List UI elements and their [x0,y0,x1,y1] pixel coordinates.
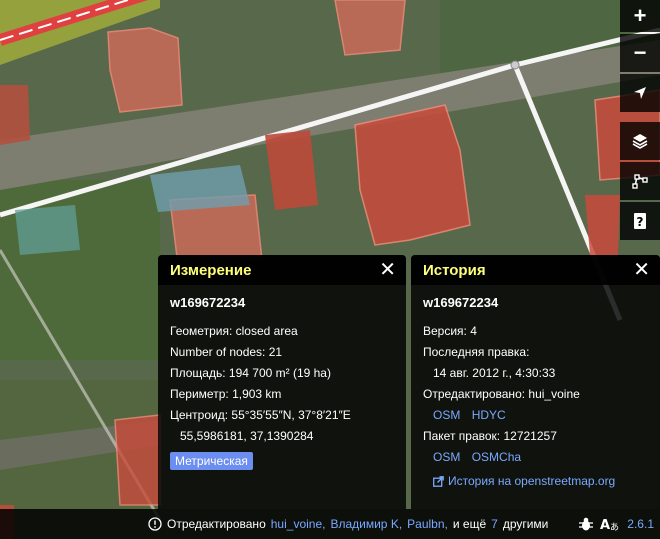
perimeter-value: 1,903 km [232,387,282,401]
footer-bar: Отредактировано hui_voine, Владимир K, P… [0,509,660,539]
map-controls: + − ? [620,0,660,250]
centroid-label: Центроид: [170,408,229,422]
perimeter-row: Периметр: 1,903 km [170,387,394,401]
geometry-row: Геометрия: closed area [170,324,394,338]
map-data-icon [632,174,648,189]
background-layers-button[interactable] [620,122,660,160]
svg-text:?: ? [637,215,644,229]
geometry-value: closed area [235,324,298,338]
version-value: 4 [470,324,477,338]
edited-by-row: Отредактировано: hui_voine [423,387,648,401]
zoom-in-button[interactable]: + [620,0,660,32]
measurement-panel: Измерение ✕ w169672234 Геометрия: closed… [158,255,406,509]
footer-and-more: и ещё [452,517,487,531]
measurement-panel-body: w169672234 Геометрия: closed area Number… [158,285,406,480]
area-label: Площадь: [170,366,226,380]
changeset-value: 12721257 [503,429,557,443]
changeset-osm-link[interactable]: OSM [433,450,460,464]
nodes-label: Number of nodes: [170,345,266,359]
plus-icon: + [633,3,647,28]
footer-user-link[interactable]: Владимир K, [330,517,402,531]
bug-icon[interactable] [578,516,594,532]
nodes-row: Number of nodes: 21 [170,345,394,359]
measurement-panel-header: Измерение ✕ [158,255,406,285]
footer-attribution: Отредактировано hui_voine, Владимир K, P… [148,509,548,539]
footer-icons: A あ [578,509,620,539]
unit-toggle-button[interactable]: Метрическая [170,452,253,470]
footer-user-link[interactable]: hui_voine, [271,517,326,531]
footer-prefix: Отредактировано [167,517,266,531]
version-link[interactable]: 2.6.1 [627,509,654,539]
history-panel-body: w169672234 Версия: 4 Последняя правка: 1… [411,285,660,498]
area-value: 194 700 m² (19 ha) [228,366,331,380]
user-hdyc-link[interactable]: HDYC [472,408,506,422]
last-edit-label: Последняя правка: [423,345,530,359]
changeset-links: OSM OSMCha [423,450,648,464]
map-data-button[interactable] [620,162,660,200]
area-row: Площадь: 194 700 m² (19 ha) [170,366,394,380]
changeset-row: Пакет правок: 12721257 [423,429,648,443]
help-icon: ? [634,213,646,229]
external-link-icon [433,475,444,487]
footer-user-link[interactable]: Paulbn, [407,517,448,531]
help-button[interactable]: ? [620,202,660,240]
translate-icon[interactable]: A あ [600,516,620,532]
osm-history-link-text: История на openstreetmap.org [448,474,616,488]
pane-controls: ? [620,122,660,240]
measurement-panel-title: Измерение [170,261,252,279]
info-icon[interactable] [148,517,162,531]
history-panel-title: История [423,261,486,279]
perimeter-label: Периметр: [170,387,229,401]
close-icon[interactable]: ✕ [633,260,650,280]
minus-icon: − [633,40,647,65]
history-panel: История ✕ w169672234 Версия: 4 Последняя… [411,255,660,509]
centroid-value: 55°35′55″N, 37°8′21″E [231,408,351,422]
last-edit-value: 14 авг. 2012 г., 4:30:33 [433,366,556,380]
geometry-label: Геометрия: [170,324,233,338]
zoom-out-button[interactable]: − [620,34,660,72]
footer-more-count[interactable]: 7 [491,517,498,531]
centroid-decimal: 55,5986181, 37,1390284 [180,429,314,443]
svg-text:A: A [600,518,610,532]
close-icon[interactable]: ✕ [379,260,396,280]
changeset-osmcha-link[interactable]: OSMCha [472,450,521,464]
changeset-label: Пакет правок: [423,429,501,443]
location-arrow-icon [634,87,646,99]
version-label: Версия: [423,324,467,338]
version-row: Версия: 4 [423,324,648,338]
footer-others: другими [502,517,549,531]
user-links: OSM HDYC [423,408,648,422]
zoom-controls: + − [620,0,660,112]
edited-by-label: Отредактировано: [423,387,526,401]
edited-by-value: hui_voine [528,387,580,401]
measurement-entity-id: w169672234 [170,295,246,310]
history-panel-header: История ✕ [411,255,660,285]
nodes-value: 21 [268,345,283,359]
history-entity-id: w169672234 [423,295,499,310]
layers-icon [632,134,648,149]
osm-history-link[interactable]: История на openstreetmap.org [423,474,648,488]
geolocate-button[interactable] [620,74,660,112]
centroid-row: Центроид: 55°35′55″N, 37°8′21″E [170,408,394,422]
svg-text:あ: あ [610,522,619,532]
user-osm-link[interactable]: OSM [433,408,460,422]
